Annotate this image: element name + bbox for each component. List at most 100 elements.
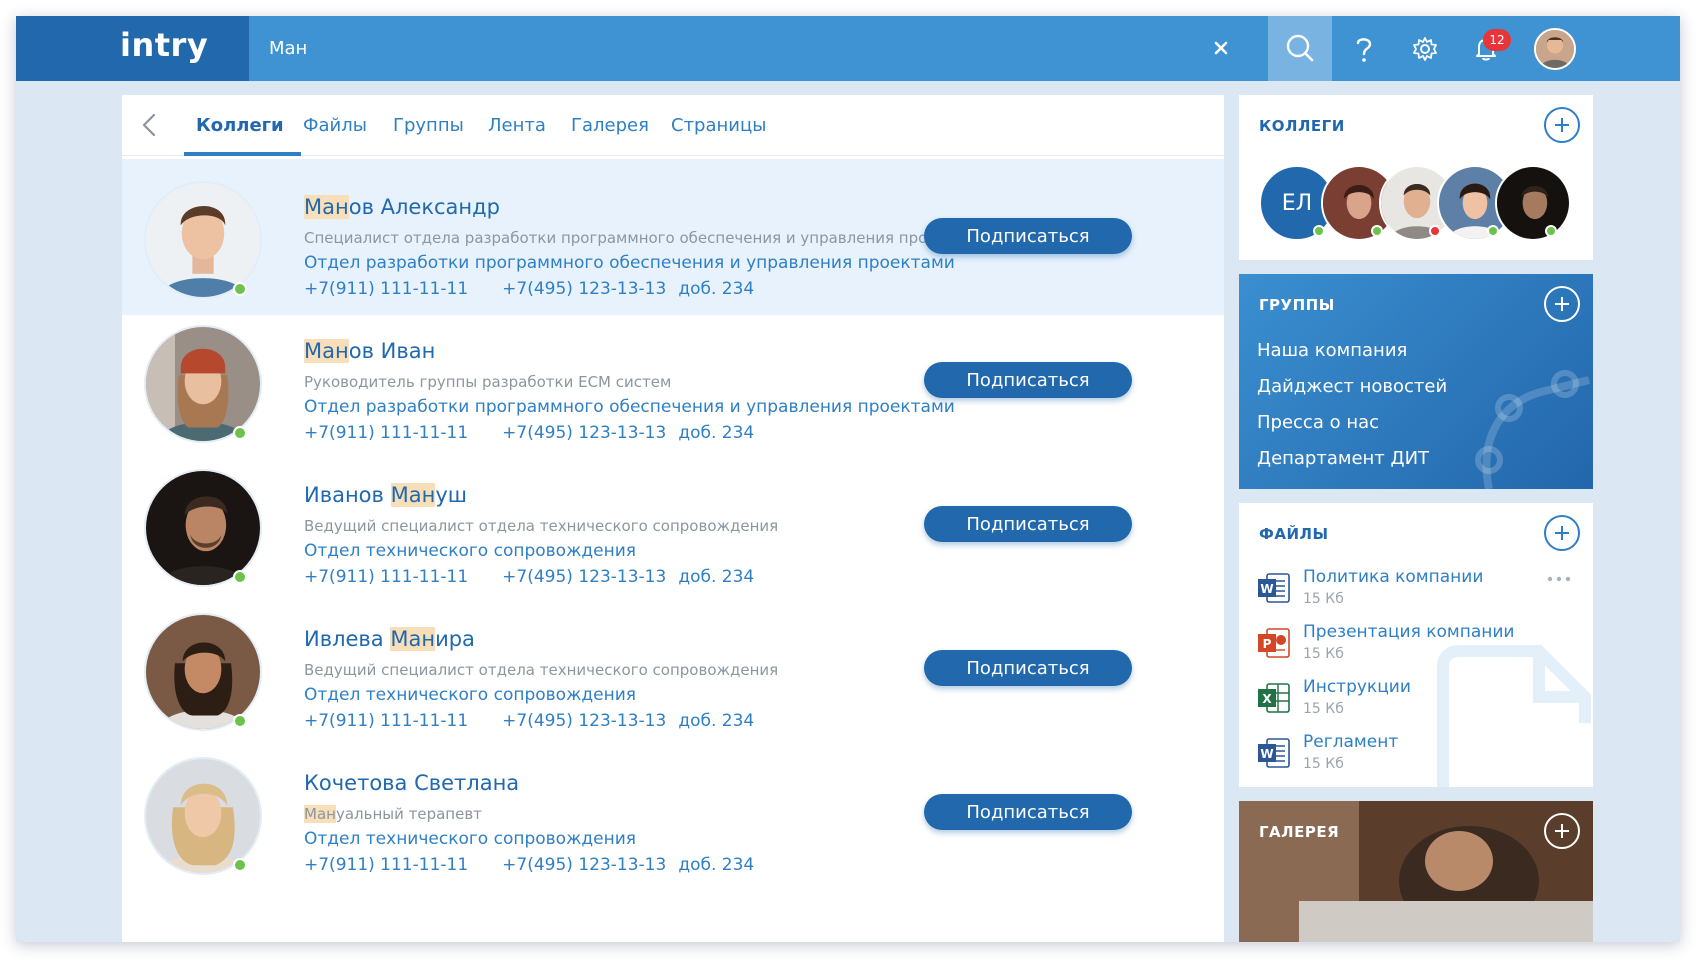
work-phone[interactable]: +7(495) 123-13-13: [502, 711, 666, 731]
network-decoration-icon: [1475, 370, 1590, 489]
results-tabs: Коллеги Файлы Группы Лента Галерея Стран…: [122, 95, 1224, 156]
colleague-row[interactable]: Манов Иван Руководитель группы разработк…: [122, 303, 1224, 459]
app-window: intry Ман 12 Коллеги Файлы Группы Лента …: [16, 16, 1680, 942]
settings-button[interactable]: [1393, 16, 1457, 81]
group-item[interactable]: Пресса о нас: [1257, 412, 1379, 433]
search-input[interactable]: [269, 32, 1169, 64]
work-phone[interactable]: +7(495) 123-13-13: [502, 855, 666, 875]
colleague-phones: +7(911) 111-11-11 +7(495) 123-13-13 доб. 2…: [304, 423, 788, 443]
colleague-name[interactable]: Иванов Мануш: [304, 483, 467, 507]
excel-file-icon: X: [1258, 683, 1290, 713]
gallery-widget-title[interactable]: ГАЛЕРЕЯ: [1259, 823, 1339, 841]
tab-files[interactable]: Файлы: [303, 115, 367, 136]
colleague-avatar[interactable]: [144, 181, 262, 299]
work-phone[interactable]: +7(495) 123-13-13: [502, 423, 666, 443]
colleagues-widget-title[interactable]: КОЛЛЕГИ: [1259, 117, 1345, 135]
help-button[interactable]: [1332, 16, 1396, 81]
word-file-icon: W: [1258, 738, 1290, 768]
colleague-avatar[interactable]: [144, 613, 262, 731]
group-item[interactable]: Наша компания: [1257, 340, 1407, 361]
group-item[interactable]: Дайджест новостей: [1257, 376, 1447, 397]
add-colleague-button[interactable]: [1544, 107, 1580, 143]
file-item[interactable]: X Инструкции 15 Кб: [1257, 677, 1577, 727]
logo-area[interactable]: intry: [16, 16, 249, 81]
tab-feed[interactable]: Лента: [488, 115, 546, 136]
colleague-row[interactable]: Манов Александр Специалист отдела разраб…: [122, 159, 1224, 315]
colleague-avatar[interactable]: [144, 757, 262, 875]
add-group-button[interactable]: [1544, 286, 1580, 322]
colleague-position: Специалист отдела разработки программног…: [304, 229, 985, 247]
mobile-phone[interactable]: +7(911) 111-11-11: [304, 711, 468, 731]
back-arrow-icon[interactable]: [138, 111, 162, 139]
colleague-department[interactable]: Отдел разработки программного обеспечени…: [304, 397, 955, 417]
colleague-photo: [146, 615, 260, 729]
file-name[interactable]: Политика компании: [1303, 567, 1483, 587]
colleague-row[interactable]: Иванов Мануш Ведущий специалист отдела т…: [122, 447, 1224, 603]
colleague-avatar[interactable]: [144, 469, 262, 587]
colleague-photo: [1497, 167, 1569, 239]
colleague-position: Мануальный терапевт: [304, 805, 482, 823]
work-phone[interactable]: +7(495) 123-13-13: [502, 567, 666, 587]
colleague-photo: [146, 327, 260, 441]
user-avatar[interactable]: [1534, 28, 1576, 70]
subscribe-button[interactable]: Подписаться: [924, 794, 1132, 830]
subscribe-button[interactable]: Подписаться: [924, 362, 1132, 398]
colleague-row[interactable]: Ивлева Манира Ведущий специалист отдела …: [122, 591, 1224, 747]
svg-text:P: P: [1263, 637, 1272, 651]
online-status-indicator: [233, 426, 247, 440]
phone-extension: доб. 234: [678, 423, 755, 443]
file-name[interactable]: Регламент: [1303, 732, 1398, 752]
colleague-name[interactable]: Ивлева Манира: [304, 627, 475, 651]
colleague-name[interactable]: Кочетова Светлана: [304, 771, 519, 795]
more-options-icon[interactable]: [1547, 575, 1571, 583]
mobile-phone[interactable]: +7(911) 111-11-11: [304, 423, 468, 443]
user-avatar-image: [1536, 30, 1574, 68]
tab-gallery[interactable]: Галерея: [571, 115, 649, 136]
file-name[interactable]: Презентация компании: [1303, 622, 1514, 642]
work-phone[interactable]: +7(495) 123-13-13: [502, 279, 666, 299]
mobile-phone[interactable]: +7(911) 111-11-11: [304, 279, 468, 299]
search-results-panel: Коллеги Файлы Группы Лента Галерея Стран…: [122, 95, 1224, 942]
subscribe-button[interactable]: Подписаться: [924, 650, 1132, 686]
colleague-phones: +7(911) 111-11-11 +7(495) 123-13-13 доб. 2…: [304, 567, 788, 587]
tab-pages[interactable]: Страницы: [671, 115, 766, 136]
app-logo[interactable]: intry: [120, 26, 208, 64]
add-photo-button[interactable]: [1544, 813, 1580, 849]
subscribe-button[interactable]: Подписаться: [924, 506, 1132, 542]
online-status-indicator: [233, 282, 247, 296]
tab-colleagues[interactable]: Коллеги: [196, 115, 284, 136]
file-size: 15 Кб: [1303, 591, 1344, 607]
top-bar: intry Ман 12: [16, 16, 1680, 81]
files-widget-title[interactable]: ФАЙЛЫ: [1259, 525, 1329, 543]
groups-widget: ГРУППЫ Наша компания Дайджест новостей П…: [1239, 274, 1593, 489]
clear-icon[interactable]: [1209, 36, 1233, 60]
add-file-button[interactable]: [1544, 515, 1580, 551]
search-icon: [1286, 34, 1314, 62]
colleague-name[interactable]: Манов Иван: [304, 339, 435, 363]
file-name[interactable]: Инструкции: [1303, 677, 1411, 697]
search-button[interactable]: [1268, 16, 1332, 81]
colleague-avatar[interactable]: [1495, 165, 1571, 241]
groups-widget-title[interactable]: ГРУППЫ: [1259, 296, 1335, 314]
group-item[interactable]: Департамент ДИТ: [1257, 448, 1429, 469]
file-item[interactable]: W Политика компании 15 Кб: [1257, 567, 1577, 617]
file-item[interactable]: W Регламент 15 Кб: [1257, 732, 1577, 782]
colleague-department[interactable]: Отдел технического сопровождения: [304, 829, 636, 849]
phone-extension: доб. 234: [678, 855, 755, 875]
tab-groups[interactable]: Группы: [393, 115, 464, 136]
colleague-department[interactable]: Отдел разработки программного обеспечени…: [304, 253, 955, 273]
online-status-indicator: [1313, 225, 1325, 237]
notifications-button[interactable]: [1454, 16, 1518, 81]
colleague-name[interactable]: Манов Александр: [304, 195, 500, 219]
subscribe-button[interactable]: Подписаться: [924, 218, 1132, 254]
colleagues-widget: КОЛЛЕГИ ЕЛ: [1239, 95, 1593, 260]
mobile-phone[interactable]: +7(911) 111-11-11: [304, 855, 468, 875]
gallery-widget: ГАЛЕРЕЯ: [1239, 801, 1593, 942]
colleague-department[interactable]: Отдел технического сопровождения: [304, 541, 636, 561]
file-item[interactable]: P Презентация компании 15 Кб: [1257, 622, 1577, 672]
colleague-row[interactable]: Кочетова Светлана Мануальный терапевт От…: [122, 735, 1224, 891]
colleague-department[interactable]: Отдел технического сопровождения: [304, 685, 636, 705]
mobile-phone[interactable]: +7(911) 111-11-11: [304, 567, 468, 587]
colleague-avatar[interactable]: [144, 325, 262, 443]
colleague-position: Руководитель группы разработки ECM систе…: [304, 373, 672, 391]
